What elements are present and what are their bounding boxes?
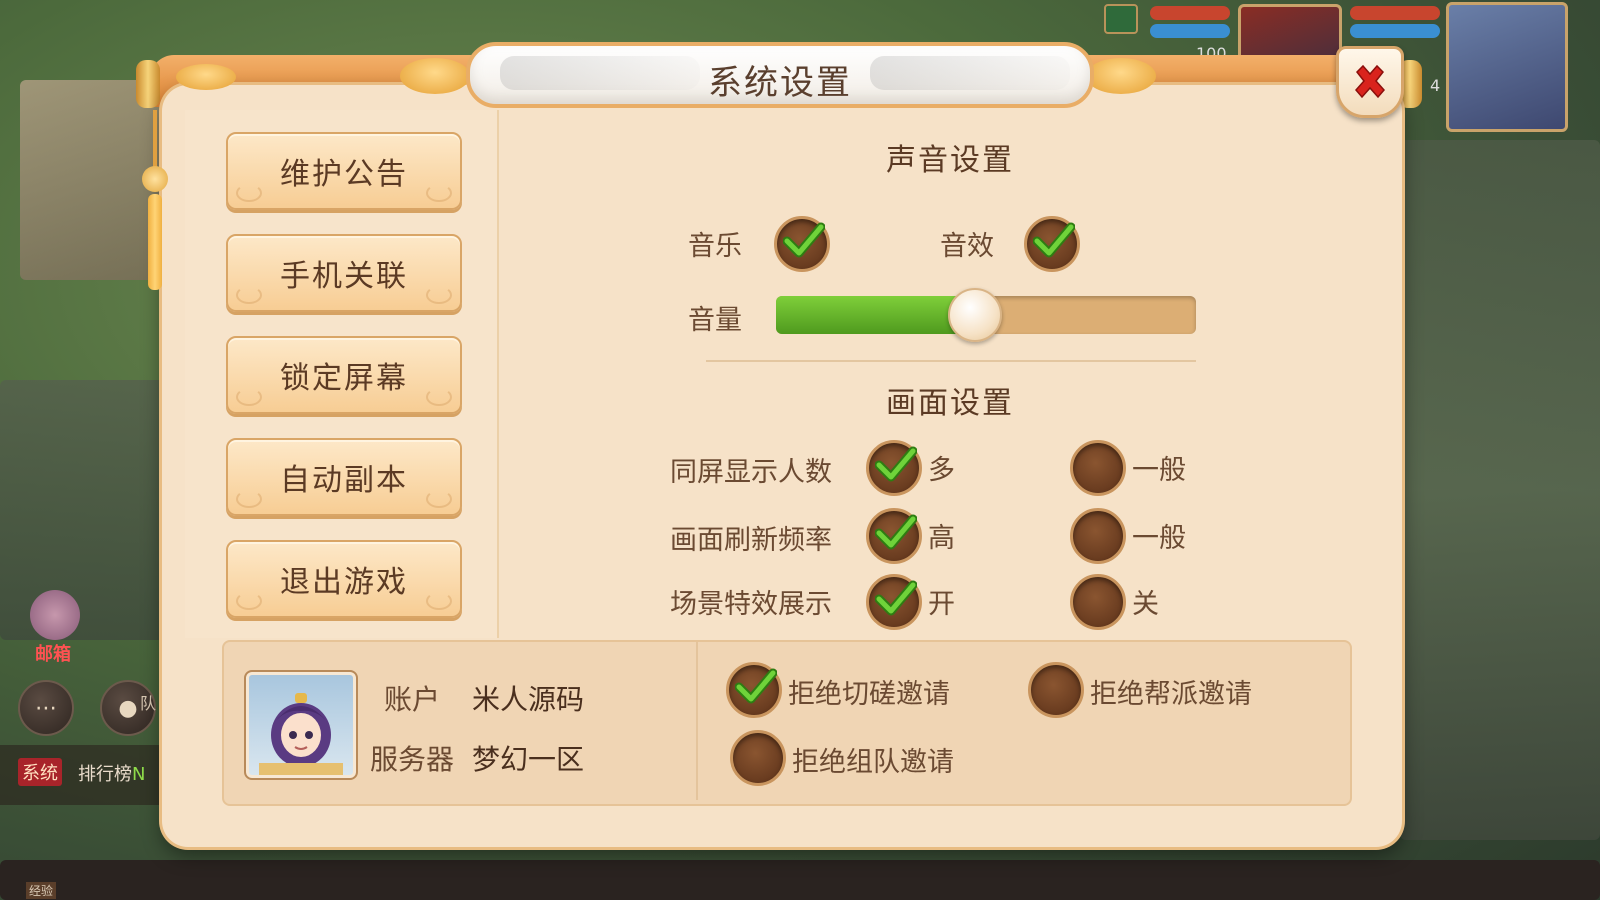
- reject-team-checkbox[interactable]: [730, 730, 786, 786]
- volume-slider-knob[interactable]: [948, 288, 1003, 342]
- maintenance-notice-button[interactable]: 维护公告: [226, 132, 462, 210]
- checkmark-icon: [783, 222, 825, 258]
- display-settings-title: 画面设置: [886, 386, 1014, 421]
- mail-label[interactable]: 邮箱: [35, 640, 71, 666]
- checkmark-icon: [735, 668, 777, 704]
- account-panel: [222, 640, 1352, 806]
- server-value: 梦幻一区: [472, 743, 585, 776]
- reject-duel-checkbox[interactable]: [726, 662, 782, 718]
- lock-screen-button[interactable]: 锁定屏幕: [226, 336, 462, 414]
- music-label: 音乐: [688, 231, 742, 262]
- refresh-option-high-radio[interactable]: [866, 508, 922, 564]
- hud-mp-bar-2: [1350, 24, 1440, 38]
- account-value: 米人源码: [472, 683, 585, 716]
- phone-link-label: 手机关联: [280, 259, 408, 294]
- effects-option-on-radio[interactable]: [866, 574, 922, 630]
- account-label: 账户: [384, 683, 441, 716]
- sfx-checkbox[interactable]: [1024, 216, 1080, 272]
- reject-duel-label: 拒绝切磋邀请: [788, 679, 950, 710]
- account-panel-divider: [696, 642, 698, 800]
- player-portrait[interactable]: [1446, 2, 1568, 132]
- server-label: 服务器: [370, 743, 455, 776]
- effects-option-on-label: 开: [928, 589, 955, 620]
- reject-guild-label: 拒绝帮派邀请: [1090, 679, 1252, 710]
- rod-cap-left: [136, 60, 160, 108]
- maintenance-notice-label: 维护公告: [280, 157, 408, 192]
- ornament-cloud-left: [176, 64, 236, 90]
- hud-hp-bar: [1150, 6, 1230, 20]
- exit-game-label: 退出游戏: [280, 565, 408, 600]
- chat-bubble-icon: ⋯: [35, 695, 57, 721]
- reject-team-label: 拒绝组队邀请: [792, 747, 954, 778]
- refresh-option-high-label: 高: [928, 523, 955, 554]
- hud-side-number: 4: [1430, 76, 1441, 95]
- avatar: [244, 670, 358, 780]
- sound-settings-title: 声音设置: [886, 143, 1014, 178]
- players-option-normal-radio[interactable]: [1070, 440, 1126, 496]
- bottom-bar: [0, 860, 1600, 900]
- sfx-label: 音效: [940, 231, 994, 262]
- display-row-label-refresh: 画面刷新频率: [670, 525, 832, 556]
- refresh-option-normal-label: 一般: [1132, 523, 1186, 554]
- checkmark-icon: [875, 446, 917, 482]
- close-icon: [1355, 64, 1385, 99]
- players-option-normal-label: 一般: [1132, 455, 1186, 486]
- mail-character-icon[interactable]: [30, 590, 80, 640]
- checkmark-icon: [875, 514, 917, 550]
- auto-dungeon-button[interactable]: 自动副本: [226, 438, 462, 516]
- display-row-label-players: 同屏显示人数: [670, 457, 832, 488]
- effects-option-off-radio[interactable]: [1070, 574, 1126, 630]
- microphone-icon: ●: [118, 695, 138, 721]
- map-icon[interactable]: [1104, 4, 1138, 34]
- players-option-many-radio[interactable]: [866, 440, 922, 496]
- tassel-decoration: [142, 110, 168, 290]
- auto-dungeon-label: 自动副本: [280, 463, 408, 498]
- volume-slider-fill: [776, 296, 974, 334]
- background-ground: [0, 380, 180, 640]
- chat-message-tail: N: [132, 764, 146, 785]
- reject-guild-checkbox[interactable]: [1028, 662, 1084, 718]
- checkmark-icon: [1033, 222, 1075, 258]
- hud-hp-bar-2: [1350, 6, 1440, 20]
- volume-label: 音量: [688, 305, 742, 336]
- chat-bubble-button[interactable]: ⋯: [18, 680, 74, 736]
- chat-message: 排行榜N: [78, 760, 145, 786]
- effects-option-off-label: 关: [1132, 589, 1159, 620]
- lock-screen-label: 锁定屏幕: [280, 361, 408, 396]
- team-label[interactable]: 队: [140, 690, 156, 714]
- background-right-scene: [1400, 140, 1600, 840]
- dialog-title: 系统设置: [708, 63, 852, 103]
- ornament-wing-right: [1086, 58, 1156, 94]
- close-button[interactable]: [1336, 46, 1404, 118]
- checkmark-icon: [875, 580, 917, 616]
- music-checkbox[interactable]: [774, 216, 830, 272]
- display-row-label-effects: 场景特效展示: [670, 589, 832, 620]
- character-avatar-icon: [259, 693, 343, 775]
- hud-mp-bar: [1150, 24, 1230, 38]
- dialog-title-plaque: 系统设置: [466, 42, 1094, 108]
- exp-label: 经验: [26, 882, 57, 899]
- exit-game-button[interactable]: 退出游戏: [226, 540, 462, 618]
- chat-message-text: 排行榜: [78, 764, 132, 785]
- section-divider: [706, 360, 1196, 362]
- chat-channel-tag: 系统: [18, 758, 62, 786]
- phone-link-button[interactable]: 手机关联: [226, 234, 462, 312]
- refresh-option-normal-radio[interactable]: [1070, 508, 1126, 564]
- ornament-wing-left: [400, 58, 470, 94]
- players-option-many-label: 多: [928, 455, 955, 486]
